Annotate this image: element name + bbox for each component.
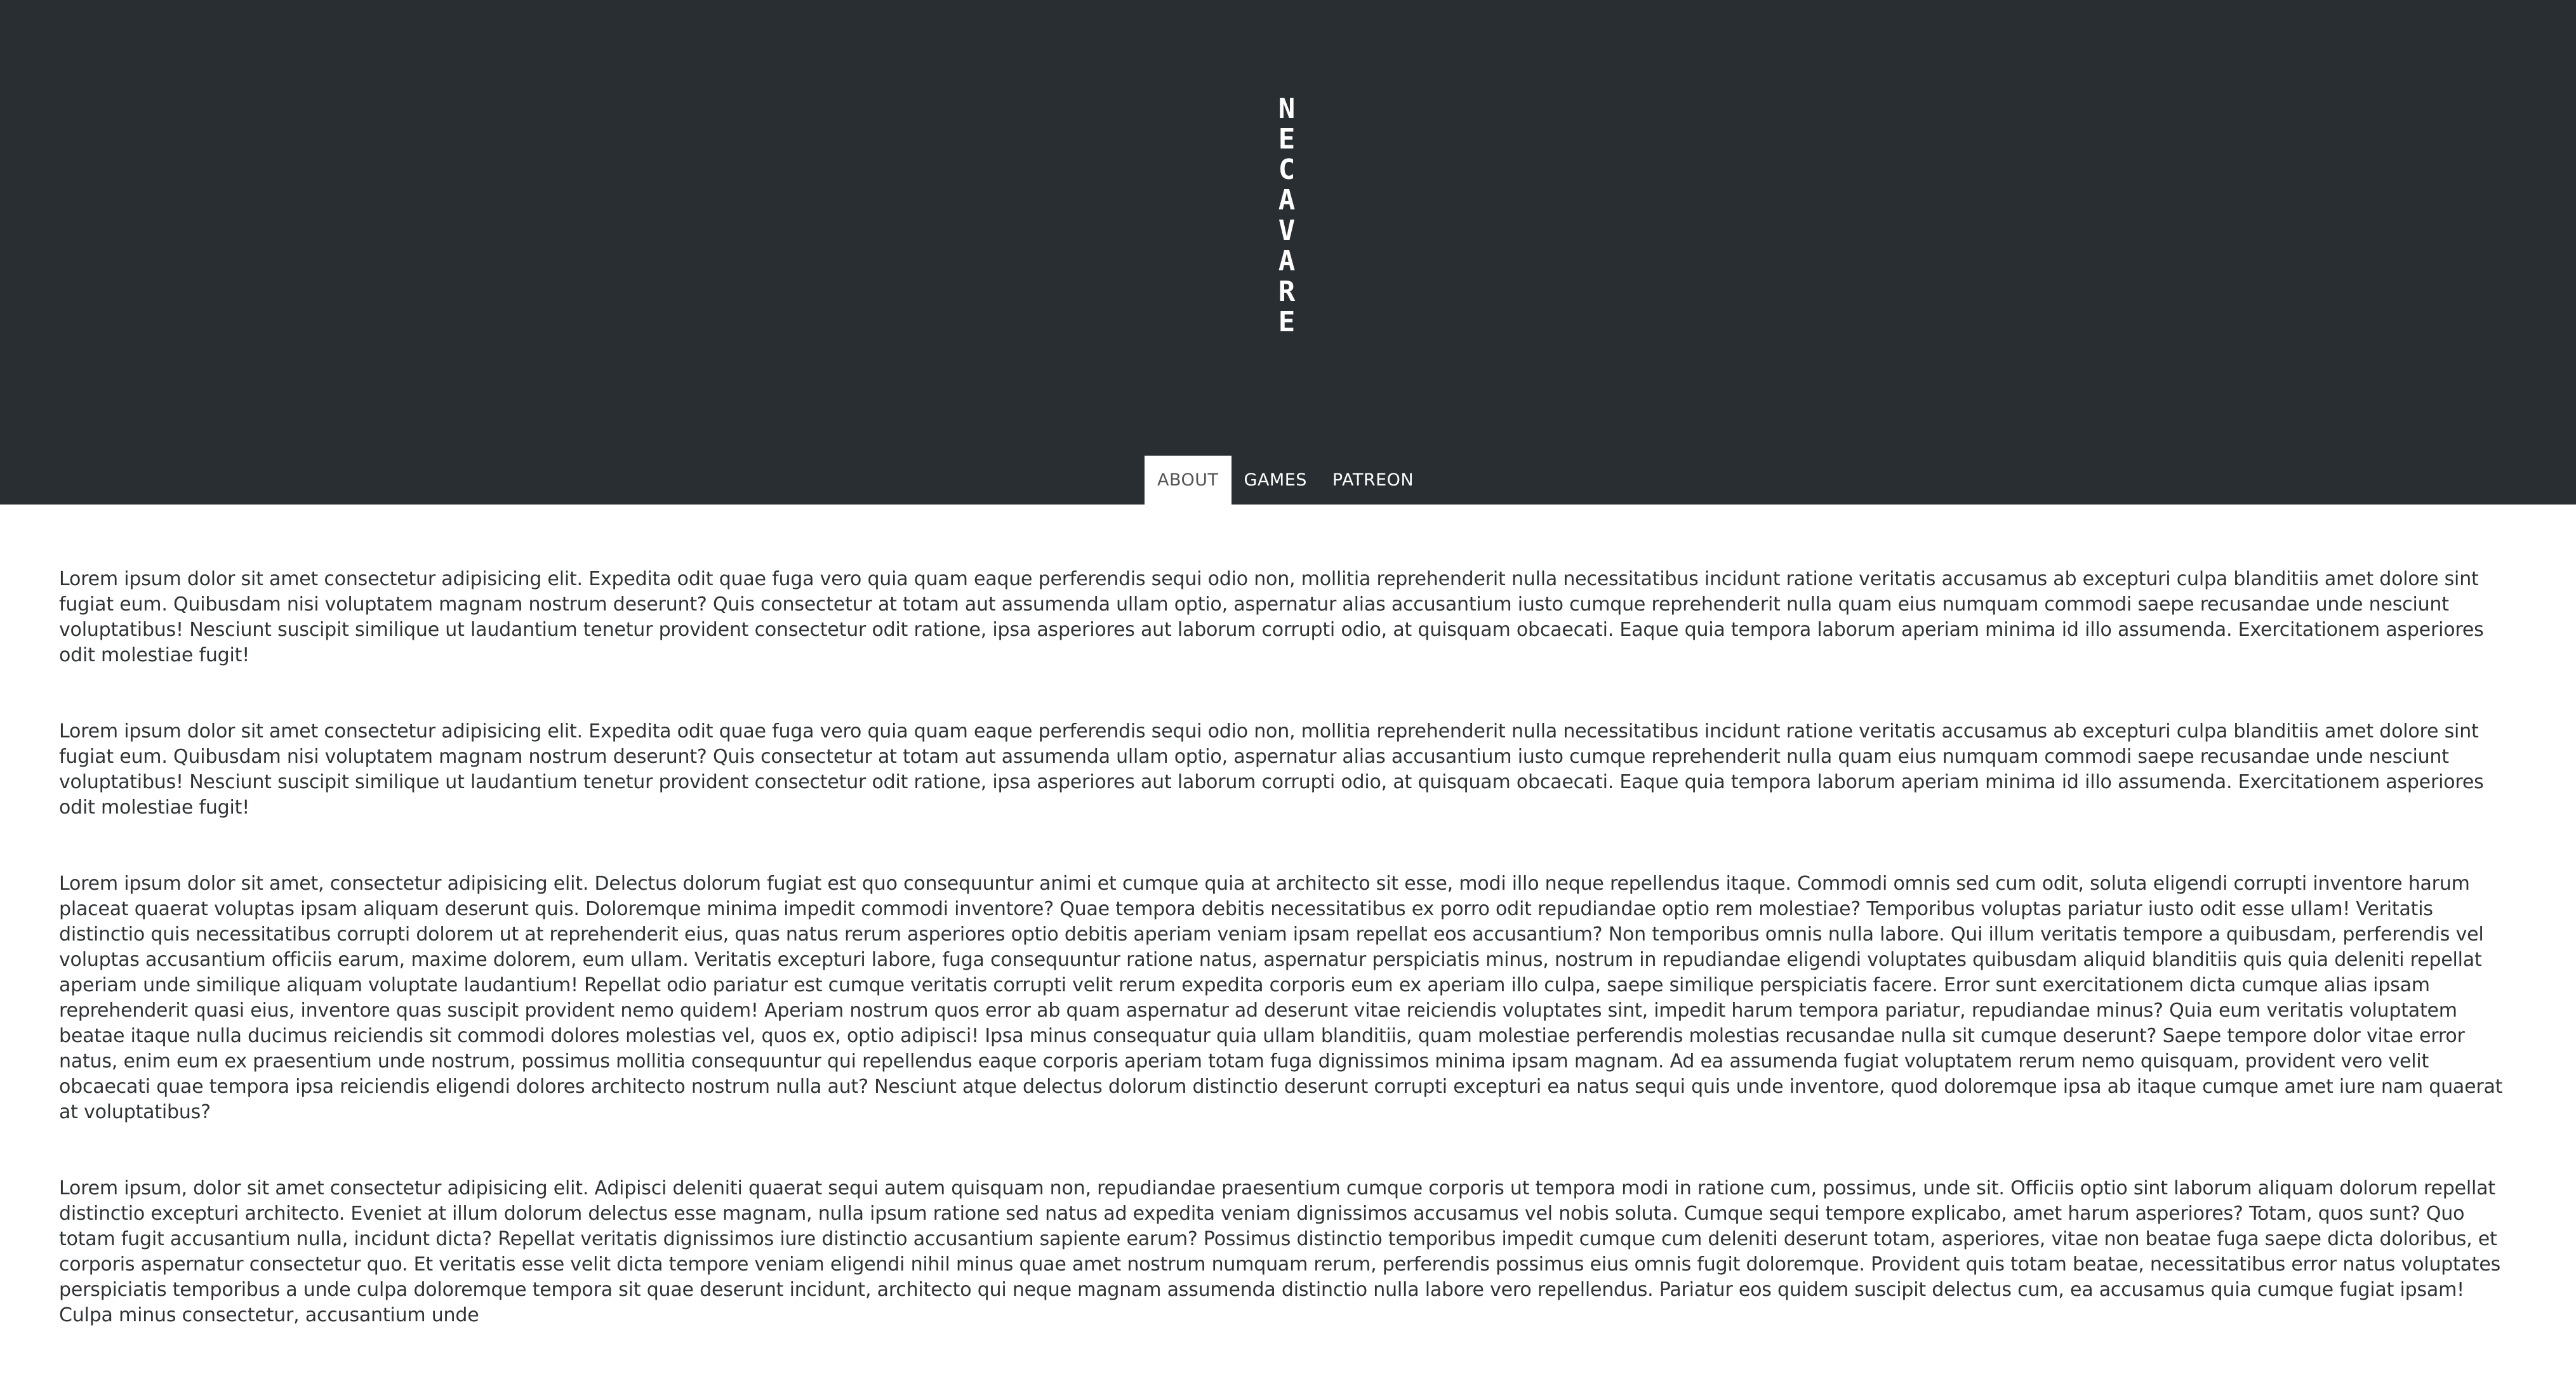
site-logo[interactable]: N E C A V A R E (1272, 94, 1301, 338)
main-nav: ABOUT GAMES PATREON (1145, 456, 1426, 505)
about-paragraph: Lorem ipsum, dolor sit amet consectetur … (59, 1177, 2501, 1326)
logo-letter: A (1278, 245, 1296, 277)
logo-letter: C (1278, 154, 1296, 186)
about-content: Lorem ipsum dolor sit amet consectetur a… (59, 567, 2517, 1379)
nav-tab-about[interactable]: ABOUT (1145, 456, 1232, 505)
site-header: N E C A V A R E ABOUT GAMES PATREON (0, 0, 2576, 505)
about-paragraph: Lorem ipsum dolor sit amet consectetur a… (59, 568, 2484, 666)
logo-letter: V (1278, 214, 1296, 247)
nav-tab-patreon[interactable]: PATREON (1320, 456, 1426, 505)
about-paragraph: Lorem ipsum dolor sit amet consectetur a… (59, 720, 2484, 819)
logo-letter: R (1278, 275, 1296, 308)
nav-tab-games[interactable]: GAMES (1232, 456, 1320, 505)
logo-letter: E (1278, 123, 1296, 155)
about-paragraph: Lorem ipsum dolor sit amet, consectetur … (59, 873, 2503, 1123)
logo-letter: E (1278, 306, 1296, 338)
logo-letter: N (1278, 93, 1296, 125)
logo-letter: A (1278, 184, 1296, 216)
